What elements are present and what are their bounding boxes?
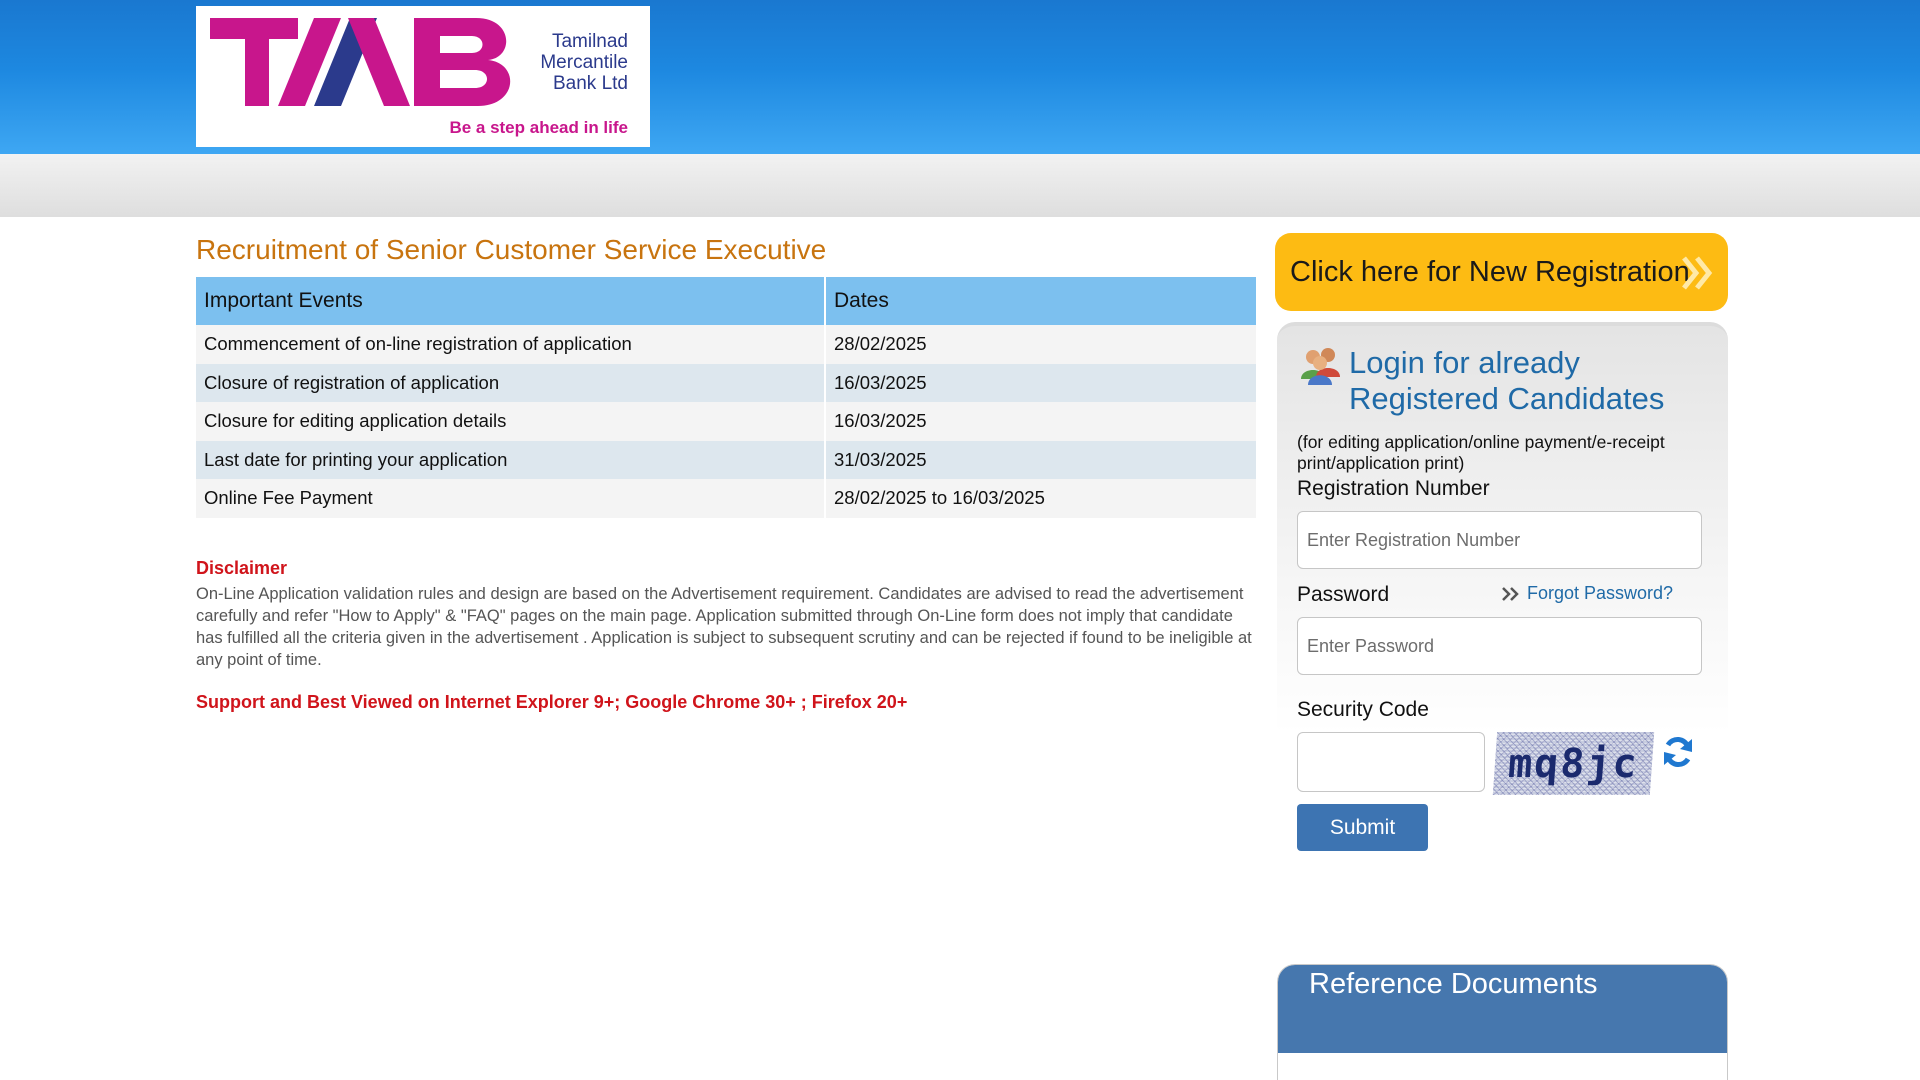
logo-tagline: Be a step ahead in life (449, 118, 628, 137)
event-cell: Last date for printing your application (196, 440, 824, 479)
browser-support-note: Support and Best Viewed on Internet Expl… (196, 692, 908, 712)
site-header: Tamilnad Mercantile Bank Ltd Be a step a… (0, 0, 1920, 154)
registration-number-input[interactable] (1297, 511, 1702, 569)
forgot-password-label: Forgot Password? (1527, 583, 1674, 603)
submit-button[interactable]: Submit (1297, 804, 1428, 851)
security-code-label: Security Code (1297, 698, 1429, 721)
new-registration-button[interactable]: Click here for New Registration (1275, 233, 1728, 311)
table-row: Online Fee Payment 28/02/2025 to 16/03/2… (196, 479, 1256, 518)
important-events-table: Important Events Dates Commencement of o… (194, 277, 1258, 518)
date-cell: 16/03/2025 (826, 363, 1256, 402)
event-cell: Closure of registration of application (196, 363, 824, 402)
forgot-password-link[interactable]: Forgot Password? (1502, 583, 1674, 604)
login-subtitle: (for editing application/online payment/… (1297, 432, 1665, 473)
page-title: Recruitment of Senior Customer Service E… (196, 234, 827, 265)
reference-documents-panel: Reference Documents (1277, 964, 1728, 1080)
table-row: Closure of registration of application 1… (196, 363, 1256, 402)
date-cell: 31/03/2025 (826, 440, 1256, 479)
disclaimer-text: On-Line Application validation rules and… (196, 585, 1252, 669)
double-chevron-right-icon (1502, 587, 1519, 601)
date-cell: 28/02/2025 (826, 325, 1256, 364)
event-cell: Closure for editing application details (196, 402, 824, 441)
event-cell: Commencement of on-line registration of … (196, 325, 824, 364)
table-row: Last date for printing your application … (196, 440, 1256, 479)
tmb-logo-graphic: Tamilnad Mercantile Bank Ltd Be a step a… (210, 18, 628, 137)
password-label: Password (1297, 583, 1390, 606)
navigation-bar (0, 154, 1920, 217)
date-cell: 28/02/2025 to 16/03/2025 (826, 479, 1256, 518)
column-header-events: Important Events (196, 277, 824, 325)
table-row: Closure for editing application details … (196, 402, 1256, 441)
reference-documents-title: Reference Documents (1309, 968, 1598, 1000)
login-title: Login for already Registered Candidates (1349, 345, 1665, 416)
password-input[interactable] (1297, 617, 1702, 675)
event-cell: Online Fee Payment (196, 479, 824, 518)
logo-bank-name-3: Bank Ltd (553, 73, 628, 94)
refresh-icon[interactable] (1662, 735, 1694, 769)
captcha-image: mq8jc (1492, 732, 1655, 795)
table-row: Commencement of on-line registration of … (196, 325, 1256, 364)
logo-bank-name-2: Mercantile (540, 52, 628, 73)
new-registration-label: Click here for New Registration (1290, 255, 1690, 288)
double-chevron-right-icon (1682, 256, 1713, 290)
bank-logo[interactable]: Tamilnad Mercantile Bank Ltd Be a step a… (196, 6, 650, 147)
security-code-input[interactable] (1297, 732, 1485, 792)
disclaimer-title: Disclaimer (196, 558, 288, 578)
registration-number-label: Registration Number (1297, 477, 1490, 500)
column-header-dates: Dates (826, 277, 1256, 325)
users-icon (1301, 348, 1340, 385)
date-cell: 16/03/2025 (826, 402, 1256, 441)
logo-bank-name-1: Tamilnad (552, 31, 628, 52)
